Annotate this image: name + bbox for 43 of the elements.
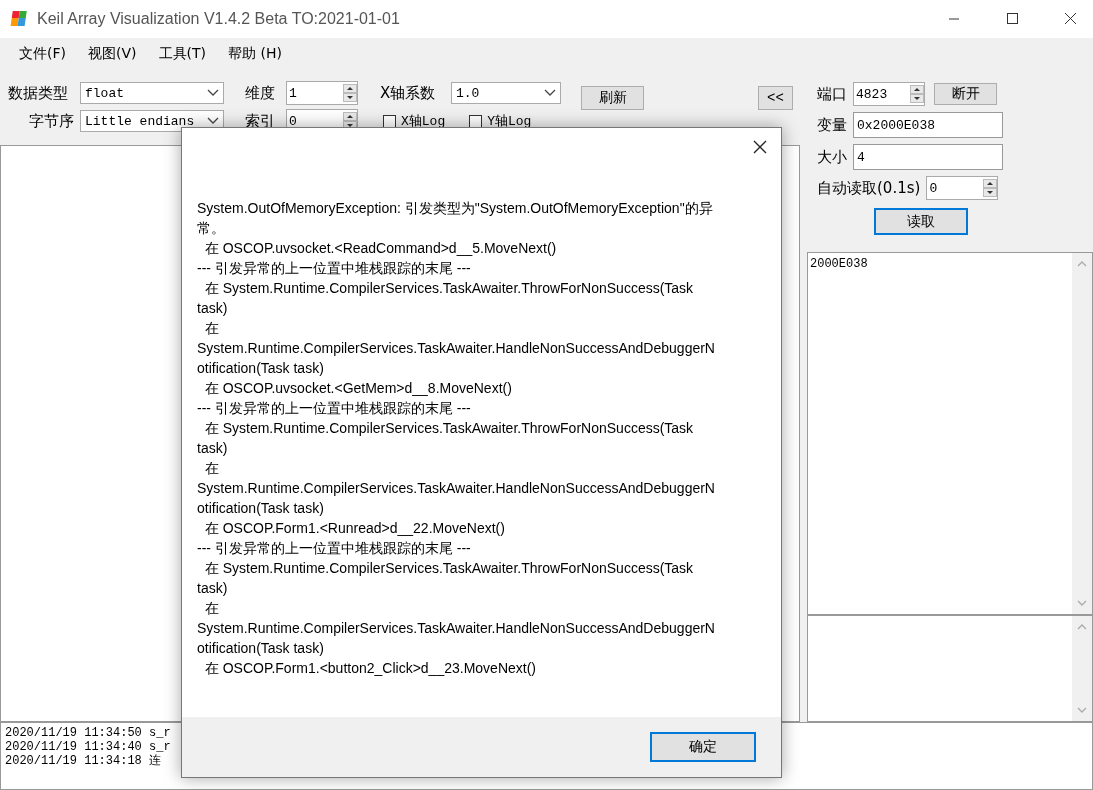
checkbox[interactable] <box>383 114 396 128</box>
port-spinbox[interactable]: 4823 <box>853 82 925 106</box>
field-label: 数据类型 <box>7 83 69 103</box>
close-icon[interactable] <box>753 140 767 154</box>
dimension-spinbox[interactable]: 1 <box>286 81 358 105</box>
read-button[interactable]: 读取 <box>874 208 968 235</box>
menu-item[interactable]: 视图(V) <box>77 45 148 63</box>
refresh-button[interactable]: 刷新 <box>581 86 644 110</box>
variable-field[interactable]: 0x2000E038 <box>853 112 1003 138</box>
field-label: 维度 <box>245 83 276 103</box>
log-line: 2020/11/19 11:34:18 连 <box>5 754 162 768</box>
menu-item[interactable]: 工具(T) <box>147 45 217 63</box>
error-message: System.OutOfMemoryException: 引发类型为"System.OutOfMemoryException"的异 常。 在 OSCOP.uvsocket.<ReadCommand>d__5.MoveNext() --- 引发异常的上一位置中堆栈跟踪的末尾 --- 在 System.Runtime.CompilerServices.TaskAwaiter.ThrowForNonSuccess(Task task) 在 System.Runtime.CompilerServices.TaskAwaiter.HandleNonSuccessAndDebuggerN otification(Task task) 在 OSCOP.uvsocket.<GetMem>d__8.MoveNext() --- 引发异常的上一位置中堆栈跟踪的末尾 --- 在 System.Runtime.CompilerServices.TaskAwaiter.ThrowForNonSuccess(Task task) 在 System.Runtime.CompilerServices.TaskAwaiter.HandleNonSuccessAndDebuggerN otification(Task task) 在 OSCOP.Form1.<Runread>d__22.MoveNext() --- 引发异常的上一位置中堆栈跟踪的末尾 --- 在 System.Runtime.CompilerServices.TaskAwaiter.ThrowForNonSuccess(Task task) 在 System.Runtime.CompilerServices.TaskAwaiter.HandleNonSuccessAndDebuggerN otification(Task task) 在 OSCOP.Form1.<button2_Click>d__23.MoveNext() <box>196 199 716 678</box>
spin-down-icon[interactable] <box>910 94 924 103</box>
field-label: X轴系数 <box>380 83 437 103</box>
field-label: 字节序 <box>29 111 75 131</box>
spin-up-icon[interactable] <box>983 179 998 188</box>
auto-read-spinbox[interactable]: 0 <box>926 176 999 200</box>
app-icon <box>9 9 29 29</box>
spin-up-icon[interactable] <box>910 85 924 94</box>
collapse-button[interactable]: << <box>758 86 793 110</box>
spin-down-icon[interactable] <box>343 93 357 102</box>
x-coefficient-dropdown[interactable]: 1.0 <box>451 82 561 104</box>
menu-item[interactable]: 文件(F) <box>8 45 77 63</box>
byte-order-dropdown[interactable]: Little endians <box>80 110 224 132</box>
menu-item[interactable]: 帮助 (H) <box>217 45 293 63</box>
data-type-dropdown[interactable]: float <box>80 82 224 104</box>
spin-up-icon[interactable] <box>343 112 357 121</box>
disconnect-button[interactable]: 断开 <box>934 83 997 105</box>
list-item[interactable]: 2000E038 <box>808 253 870 275</box>
size-field[interactable]: 4 <box>853 144 1003 170</box>
spin-down-icon[interactable] <box>983 188 998 197</box>
log-line: 2020/11/19 11:34:40 s_r <box>5 740 171 754</box>
checkbox-label: X轴Log <box>401 113 446 130</box>
window-title: Keil Array Visualization V1.4.2 Beta TO:2021-01-01 <box>37 10 401 28</box>
spin-up-icon[interactable] <box>343 84 357 93</box>
field-label: 大小 <box>817 147 847 167</box>
checkbox[interactable] <box>469 114 483 128</box>
log-line: 2020/11/19 11:34:50 s_r <box>5 726 171 740</box>
field-label: 端口 <box>817 84 847 104</box>
ok-button[interactable]: 确定 <box>650 732 756 762</box>
field-label: 变量 <box>817 115 847 135</box>
field-label: 自动读取(0.1s) <box>817 178 921 198</box>
